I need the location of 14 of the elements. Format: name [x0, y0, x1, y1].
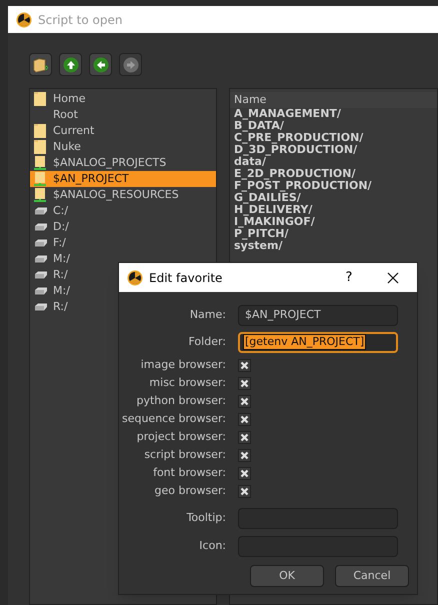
checkbox-label: project browser:: [136, 428, 227, 445]
field-label: Name:: [188, 306, 227, 323]
checkbox-label: script browser:: [143, 446, 227, 463]
checkbox-label: sequence browser:: [120, 410, 227, 427]
dialog-title: Edit favorite: [149, 270, 224, 286]
checkbox-label: python browser:: [136, 392, 227, 409]
field-label: Tooltip:: [186, 510, 227, 526]
checkbox-label: font browser:: [152, 464, 227, 481]
window-title: Script to open: [38, 12, 122, 28]
checkbox-label: geo browser:: [154, 482, 227, 499]
field-label: Icon:: [198, 538, 227, 554]
checkbox-label: image browser:: [140, 356, 227, 373]
checkbox-label: misc browser:: [148, 374, 227, 391]
field-label: Folder:: [187, 334, 227, 350]
